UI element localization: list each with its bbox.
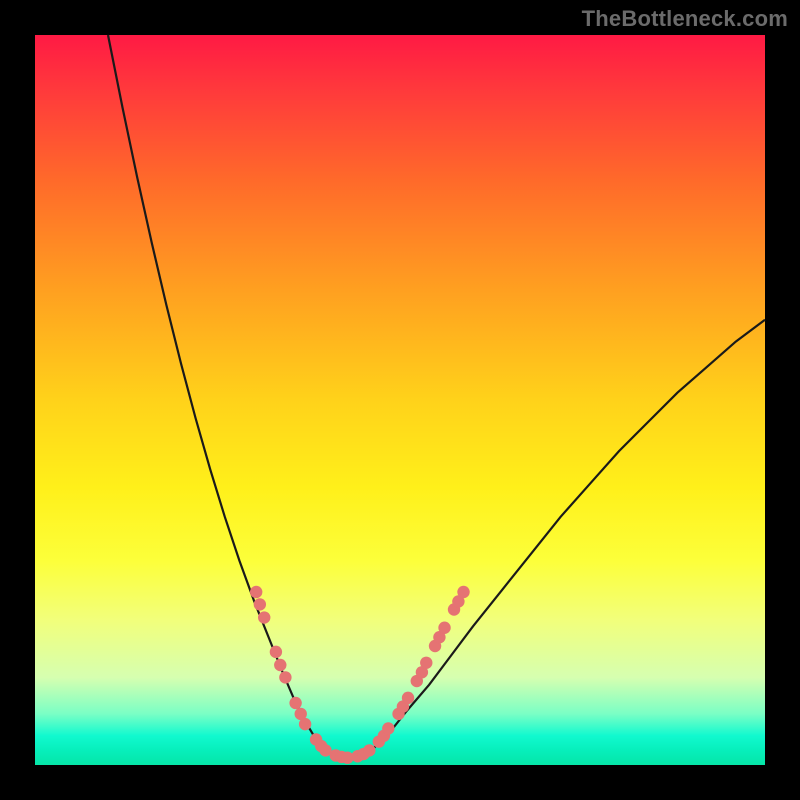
data-marker (270, 646, 282, 658)
data-marker (363, 744, 375, 756)
data-marker (250, 586, 262, 598)
data-marker (402, 692, 414, 704)
data-marker (420, 657, 432, 669)
data-marker (299, 718, 311, 730)
chart-svg (35, 35, 765, 765)
plot-area (35, 35, 765, 765)
watermark-text: TheBottleneck.com (582, 6, 788, 32)
data-marker (382, 722, 394, 734)
data-marker (289, 697, 301, 709)
data-marker (274, 659, 286, 671)
data-marker (258, 611, 270, 623)
chart-container: TheBottleneck.com (0, 0, 800, 800)
data-marker (438, 622, 450, 634)
data-marker (279, 671, 291, 683)
data-marker (457, 586, 469, 598)
data-marker (254, 598, 266, 610)
